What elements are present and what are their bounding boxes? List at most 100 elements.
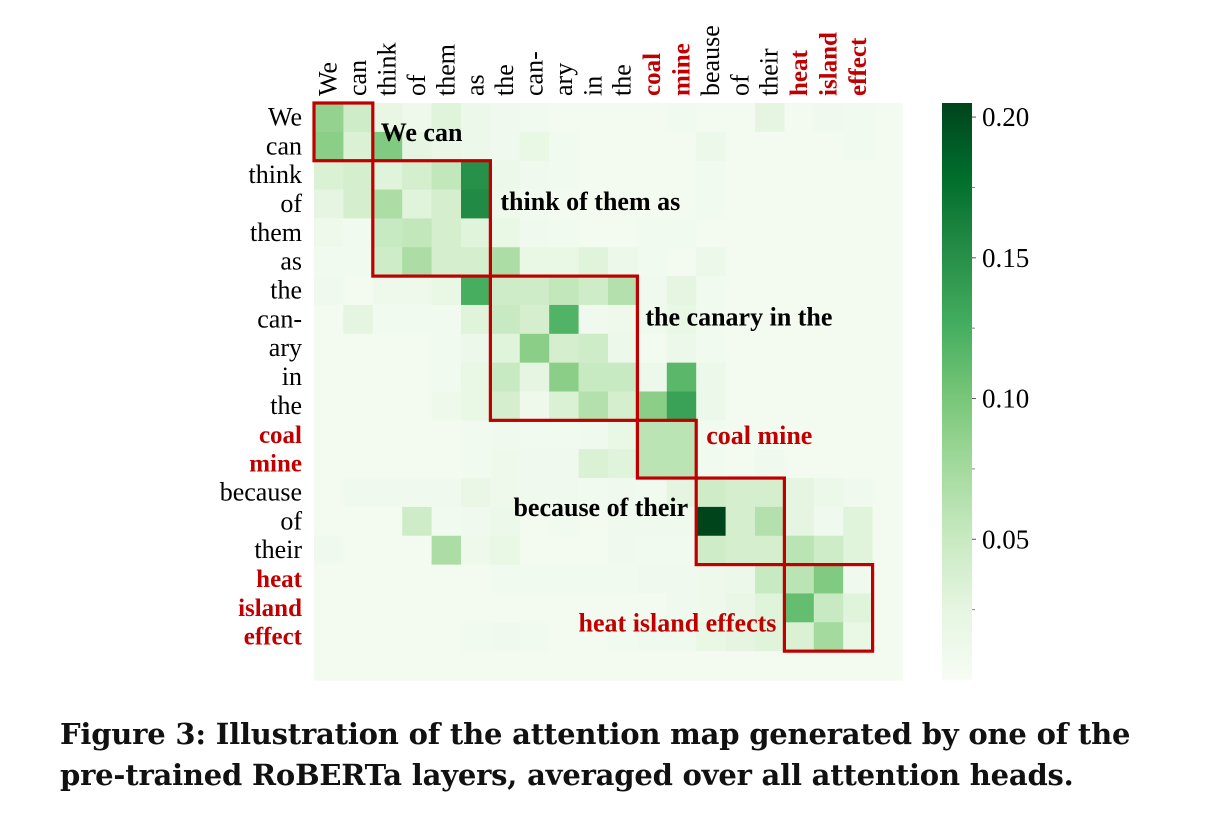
- heatmap-cell: [813, 420, 844, 450]
- heatmap-cell: [461, 276, 491, 306]
- heatmap-cell: [519, 276, 550, 306]
- heatmap-cell: [784, 564, 815, 595]
- heatmap-cell: [608, 391, 638, 421]
- heatmap-cell: [608, 420, 638, 450]
- heatmap-cell: [314, 449, 344, 479]
- heatmap-cell: [372, 160, 403, 191]
- heatmap-cell: [461, 304, 491, 335]
- heatmap-cell: [461, 362, 491, 393]
- x-token-label: the: [490, 64, 519, 96]
- heatmap-cell: [402, 391, 433, 421]
- heatmap-cell: [578, 535, 609, 566]
- y-token-label: can-: [257, 304, 302, 333]
- heatmap-cell: [637, 160, 668, 191]
- x-token-label: think: [373, 43, 402, 96]
- heatmap-cell: [490, 247, 521, 277]
- heatmap-cell: [608, 362, 638, 393]
- heatmap-cell: [490, 564, 521, 595]
- heatmap-cell: [490, 218, 521, 248]
- x-token-label: can: [343, 60, 372, 96]
- y-token-label: ary: [269, 333, 302, 362]
- heatmap-cell: [490, 391, 521, 421]
- heatmap-cell: [372, 391, 403, 421]
- heatmap-cell: [314, 189, 344, 219]
- heatmap-cell: [696, 449, 727, 479]
- heatmap-cell: [784, 247, 815, 277]
- heatmap-cell: [431, 362, 462, 393]
- heatmap-cell: [696, 478, 727, 508]
- heatmap-cell: [755, 564, 785, 595]
- heatmap-cell: [813, 506, 844, 537]
- heatmap-cell: [519, 160, 550, 191]
- x-token-label: island: [816, 32, 843, 96]
- heatmap-cell: [755, 160, 785, 191]
- heatmap-cell: [549, 622, 580, 652]
- heatmap-cell: [343, 333, 374, 364]
- heatmap-cell: [843, 189, 874, 219]
- heatmap-cell: [813, 333, 844, 364]
- colorbar-tick-label: 0.10: [982, 384, 1029, 414]
- heatmap-cell: [813, 362, 844, 393]
- heatmap-cell: [666, 333, 697, 364]
- heatmap-cell: [813, 593, 844, 623]
- y-token-label: island: [238, 595, 302, 622]
- heatmap-cell: [872, 362, 903, 393]
- heatmap-cell: [784, 362, 815, 393]
- phrase-box-label: the canary in the: [645, 302, 832, 331]
- heatmap-cell: [578, 391, 609, 421]
- heatmap-cell: [372, 478, 403, 508]
- heatmap-cell: [578, 160, 609, 191]
- heatmap-cell: [637, 103, 668, 133]
- y-token-label: of: [280, 506, 302, 535]
- heatmap-cell: [431, 160, 462, 191]
- heatmap-cell: [519, 391, 550, 421]
- heatmap-cell: [343, 391, 374, 421]
- heatmap-cell: [608, 218, 638, 248]
- heatmap-cell: [666, 651, 697, 681]
- heatmap-cell: [372, 622, 403, 652]
- heatmap-cell: [578, 276, 609, 306]
- heatmap-cell: [431, 622, 462, 652]
- heatmap-cell: [696, 276, 727, 306]
- heatmap-cell: [461, 247, 491, 277]
- heatmap-cell: [813, 160, 844, 191]
- phrase-box-label: think of them as: [500, 187, 680, 216]
- y-token-label: as: [280, 247, 302, 276]
- heatmap-cell: [755, 449, 785, 479]
- x-token-label: effect: [845, 37, 872, 96]
- colorbar-tick-label: 0.05: [982, 524, 1029, 554]
- heatmap-cell: [755, 362, 785, 393]
- heatmap-cell: [578, 651, 609, 681]
- x-token-label: as: [461, 74, 490, 96]
- heatmap-cell: [872, 506, 903, 537]
- heatmap-cell: [578, 103, 609, 133]
- heatmap-cell: [872, 276, 903, 306]
- heatmap-cell: [725, 362, 756, 393]
- heatmap-cell: [402, 276, 433, 306]
- heatmap-cell: [519, 651, 550, 681]
- heatmap-cell: [431, 449, 462, 479]
- heatmap-cell: [490, 103, 521, 133]
- y-token-label: We: [268, 102, 302, 131]
- heatmap-cell: [461, 391, 491, 421]
- heatmap-cell: [343, 362, 374, 393]
- heatmap-cell: [549, 535, 580, 566]
- heatmap-cell: [784, 189, 815, 219]
- heatmap-cell: [843, 535, 874, 566]
- heatmap-cell: [372, 276, 403, 306]
- heatmap-cell: [843, 506, 874, 537]
- y-token-label: think: [249, 160, 302, 189]
- heatmap-cell: [549, 420, 580, 450]
- heatmap-cell: [549, 449, 580, 479]
- heatmap-cell: [813, 535, 844, 566]
- heatmap-cell: [784, 131, 815, 162]
- heatmap-cell: [372, 247, 403, 277]
- heatmap-cell: [431, 218, 462, 248]
- heatmap-cell: [843, 362, 874, 393]
- heatmap-cell: [431, 247, 462, 277]
- heatmap-cell: [372, 651, 403, 681]
- heatmap-cell: [725, 218, 756, 248]
- heatmap-cell: [314, 304, 344, 335]
- heatmap-cell: [431, 189, 462, 219]
- heatmap-cell: [813, 247, 844, 277]
